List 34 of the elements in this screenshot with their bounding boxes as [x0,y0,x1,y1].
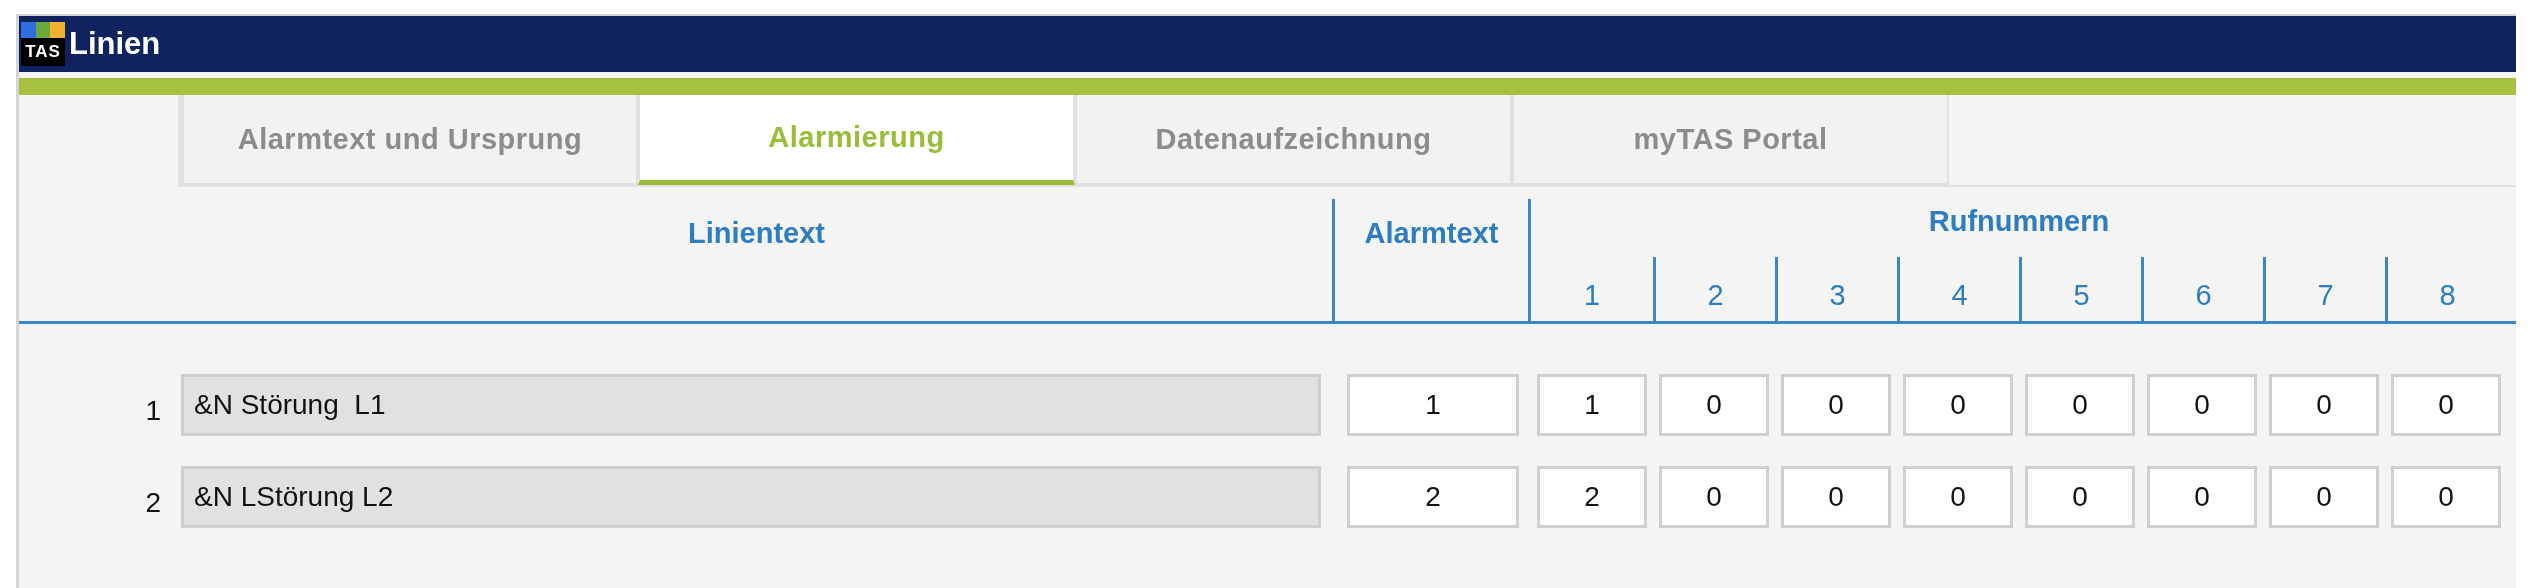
phone-number-field[interactable]: 0 [2025,466,2135,528]
row-number: 1 [145,395,161,427]
alarm-text-field[interactable]: 2 [1347,466,1519,528]
phone-number-field[interactable]: 0 [1781,466,1891,528]
phone-number-field[interactable]: 0 [2269,374,2379,436]
column-header: 3 [1775,257,1897,321]
phone-number-field[interactable]: 0 [1903,374,2013,436]
phone-number-field[interactable]: 2 [1537,466,1647,528]
line-text-field[interactable]: &N Störung L1 [181,374,1321,436]
phone-number-field[interactable]: 0 [2147,466,2257,528]
line-text-field[interactable]: &N LStörung L2 [181,466,1321,528]
phone-number-field[interactable]: 1 [1537,374,1647,436]
phone-number-field[interactable]: 0 [2391,466,2501,528]
column-header: Alarmtext [1335,199,1531,321]
row-number: 2 [145,487,161,519]
column-header: 4 [1897,257,2019,321]
column-header: 8 [2385,257,2507,321]
phone-number-field[interactable]: 0 [2391,374,2501,436]
column-header: 2 [1653,257,1775,321]
phone-number-field[interactable]: 0 [1903,466,2013,528]
column-header: Rufnummern [1927,204,2111,239]
phone-number-field[interactable]: 0 [2025,374,2135,436]
column-header: Linientext [181,199,1335,321]
column-header: 1 [1582,278,1602,313]
column-header: 7 [2263,257,2385,321]
phone-number-field[interactable]: 0 [1659,466,1769,528]
alarm-text-field[interactable]: 1 [1347,374,1519,436]
column-header: 5 [2019,257,2141,321]
phone-number-field[interactable]: 0 [2269,466,2379,528]
window-title: Linien [69,26,161,62]
phone-number-field[interactable]: 0 [2147,374,2257,436]
phone-number-field[interactable]: 0 [1659,374,1769,436]
phone-number-field[interactable]: 0 [1781,374,1891,436]
column-header: 6 [2141,257,2263,321]
